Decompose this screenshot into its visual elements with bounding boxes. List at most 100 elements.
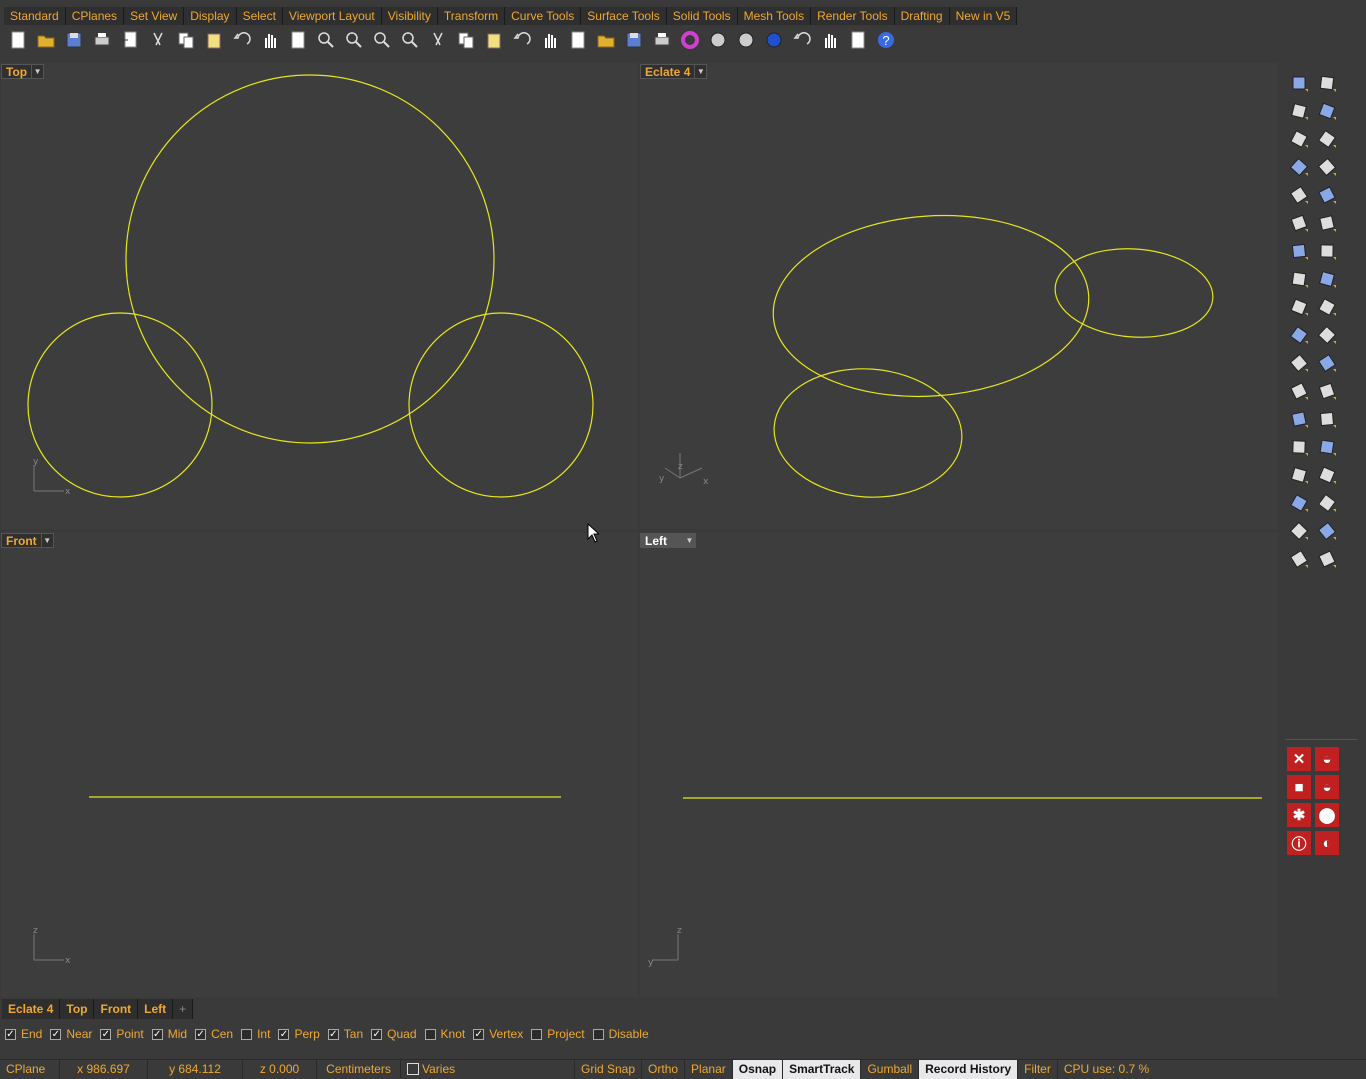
menu-tab-surface-tools[interactable]: Surface Tools bbox=[581, 7, 667, 25]
blue-sphere-icon[interactable] bbox=[760, 27, 788, 53]
checkbox[interactable] bbox=[592, 1028, 604, 1040]
right-ellipse-curve[interactable] bbox=[1052, 244, 1216, 343]
toggle-gumball[interactable]: Gumball bbox=[861, 1059, 920, 1079]
fillet-curve-icon[interactable] bbox=[1315, 183, 1339, 207]
teapot-icon[interactable]: ◒ bbox=[1315, 747, 1339, 771]
point-icon[interactable] bbox=[508, 27, 536, 53]
snap-points-icon[interactable] bbox=[564, 27, 592, 53]
paste-icon[interactable] bbox=[200, 27, 228, 53]
grid-select-icon[interactable] bbox=[844, 27, 872, 53]
checkbox[interactable] bbox=[424, 1028, 436, 1040]
large-circle-curve[interactable] bbox=[125, 74, 495, 444]
surface-points-icon[interactable] bbox=[1287, 211, 1311, 235]
pan-hand-icon[interactable] bbox=[256, 27, 284, 53]
select-arrow-icon[interactable] bbox=[1287, 71, 1311, 95]
point-tool-icon[interactable] bbox=[1315, 71, 1339, 95]
teapot-render-icon[interactable]: ◒ bbox=[1315, 775, 1339, 799]
menu-tab-visibility[interactable]: Visibility bbox=[381, 7, 438, 25]
right-circle-curve[interactable] bbox=[408, 312, 594, 498]
osnap-near[interactable]: ✓ Near bbox=[50, 1027, 92, 1041]
rotate-view-icon[interactable] bbox=[284, 27, 312, 53]
checkbox[interactable] bbox=[241, 1028, 253, 1040]
car-icon[interactable] bbox=[480, 27, 508, 53]
bottom-ellipse-curve[interactable] bbox=[770, 363, 966, 504]
menu-tab-standard[interactable]: Standard bbox=[4, 7, 66, 25]
copy-icon[interactable] bbox=[172, 27, 200, 53]
gear-icon[interactable]: ✱ bbox=[1287, 803, 1311, 827]
checkbox[interactable]: ✓ bbox=[327, 1028, 339, 1040]
mesh-icon[interactable] bbox=[1287, 547, 1311, 571]
rotate-camera-icon[interactable] bbox=[424, 27, 452, 53]
explode-icon[interactable] bbox=[1287, 295, 1311, 319]
trim-icon[interactable] bbox=[1287, 323, 1311, 347]
tools-icon[interactable]: ✕ bbox=[1287, 747, 1311, 771]
osnap-point[interactable]: ✓ Point bbox=[100, 1027, 144, 1041]
polyline-icon[interactable] bbox=[1287, 99, 1311, 123]
lock-icon[interactable] bbox=[620, 27, 648, 53]
color-wheel-icon[interactable] bbox=[676, 27, 704, 53]
toggle-ortho[interactable]: Ortho bbox=[642, 1059, 686, 1079]
front-canvas[interactable]: x z bbox=[1, 532, 638, 997]
layer-icon[interactable] bbox=[648, 27, 676, 53]
extend-icon[interactable] bbox=[1315, 295, 1339, 319]
four-viewports-icon[interactable] bbox=[452, 27, 480, 53]
material-icon[interactable] bbox=[788, 27, 816, 53]
block-icon[interactable] bbox=[1287, 463, 1311, 487]
menu-tab-drafting[interactable]: Drafting bbox=[894, 7, 950, 25]
new-file-icon[interactable] bbox=[4, 27, 32, 53]
osnap-mid[interactable]: ✓ Mid bbox=[151, 1027, 187, 1041]
left-circle-curve[interactable] bbox=[27, 312, 213, 498]
osnap-perp[interactable]: ✓ Perp bbox=[278, 1027, 320, 1041]
cplane-label[interactable]: CPlane bbox=[0, 1059, 60, 1079]
viewport-title-top[interactable]: Top ▼ bbox=[1, 64, 45, 79]
arc-tool-icon[interactable] bbox=[1287, 155, 1311, 179]
osnap-int[interactable]: Int bbox=[241, 1027, 270, 1041]
grid-array-icon[interactable] bbox=[1287, 491, 1311, 515]
layer-selector[interactable]: Varies bbox=[401, 1059, 575, 1079]
boolean-union-icon[interactable] bbox=[1287, 351, 1311, 375]
menu-tab-select[interactable]: Select bbox=[236, 7, 283, 25]
viewport-front[interactable]: x z Front ▼ bbox=[1, 532, 638, 997]
top-canvas[interactable]: x y bbox=[1, 63, 638, 529]
viewport-tab-top[interactable]: Top bbox=[60, 999, 95, 1019]
osnap-project[interactable]: Project bbox=[531, 1027, 585, 1041]
menu-tab-viewport-layout[interactable]: Viewport Layout bbox=[282, 7, 382, 25]
menu-tab-curve-tools[interactable]: Curve Tools bbox=[505, 7, 582, 25]
scale-icon[interactable] bbox=[1315, 435, 1339, 459]
cylinder-solid-icon[interactable] bbox=[1287, 267, 1311, 291]
check-icon[interactable] bbox=[1315, 519, 1339, 543]
import-icon[interactable] bbox=[116, 27, 144, 53]
menu-tab-new-in-v5[interactable]: New in V5 bbox=[949, 7, 1018, 25]
rendered-sphere-icon[interactable] bbox=[732, 27, 760, 53]
menu-tab-display[interactable]: Display bbox=[184, 7, 237, 25]
analyze-icon[interactable] bbox=[1287, 519, 1311, 543]
history-icon[interactable] bbox=[1315, 491, 1339, 515]
viewport-title-left[interactable]: Left ▼ bbox=[640, 533, 696, 548]
checkbox[interactable]: ✓ bbox=[195, 1028, 207, 1040]
shaded-sphere-icon[interactable] bbox=[704, 27, 732, 53]
boolean-split-icon[interactable] bbox=[1315, 351, 1339, 375]
menu-tab-mesh-tools[interactable]: Mesh Tools bbox=[737, 7, 812, 25]
toggle-planar[interactable]: Planar bbox=[685, 1059, 733, 1079]
checkbox[interactable]: ✓ bbox=[50, 1028, 62, 1040]
checkbox[interactable]: ✓ bbox=[473, 1028, 485, 1040]
checkbox[interactable]: ✓ bbox=[371, 1028, 383, 1040]
viewport-top[interactable]: x y Top ▼ bbox=[1, 63, 638, 529]
settings-gear-icon[interactable] bbox=[816, 27, 844, 53]
viewport-tab-front[interactable]: Front bbox=[94, 999, 139, 1019]
viewport-tab-left[interactable]: Left bbox=[138, 999, 174, 1019]
viewport-left[interactable]: y z Left ▼ bbox=[640, 532, 1278, 997]
toggle-record-history[interactable]: Record History bbox=[919, 1059, 1019, 1079]
help-icon[interactable]: ? bbox=[872, 27, 900, 53]
osnap-tan[interactable]: ✓ Tan bbox=[327, 1027, 363, 1041]
zoom-window-icon[interactable] bbox=[340, 27, 368, 53]
ellipse-tool-icon[interactable] bbox=[1315, 127, 1339, 151]
surface-edge-icon[interactable] bbox=[1315, 211, 1339, 235]
large-ellipse-curve[interactable] bbox=[767, 205, 1095, 407]
array-icon[interactable] bbox=[1287, 435, 1311, 459]
menu-tab-render-tools[interactable]: Render Tools bbox=[811, 7, 895, 25]
circle-icon[interactable] bbox=[536, 27, 564, 53]
viewport-title-eclate[interactable]: Eclate 4 ▼ bbox=[640, 64, 708, 79]
osnap-disable[interactable]: Disable bbox=[592, 1027, 649, 1041]
menu-tab-set-view[interactable]: Set View bbox=[124, 7, 185, 25]
